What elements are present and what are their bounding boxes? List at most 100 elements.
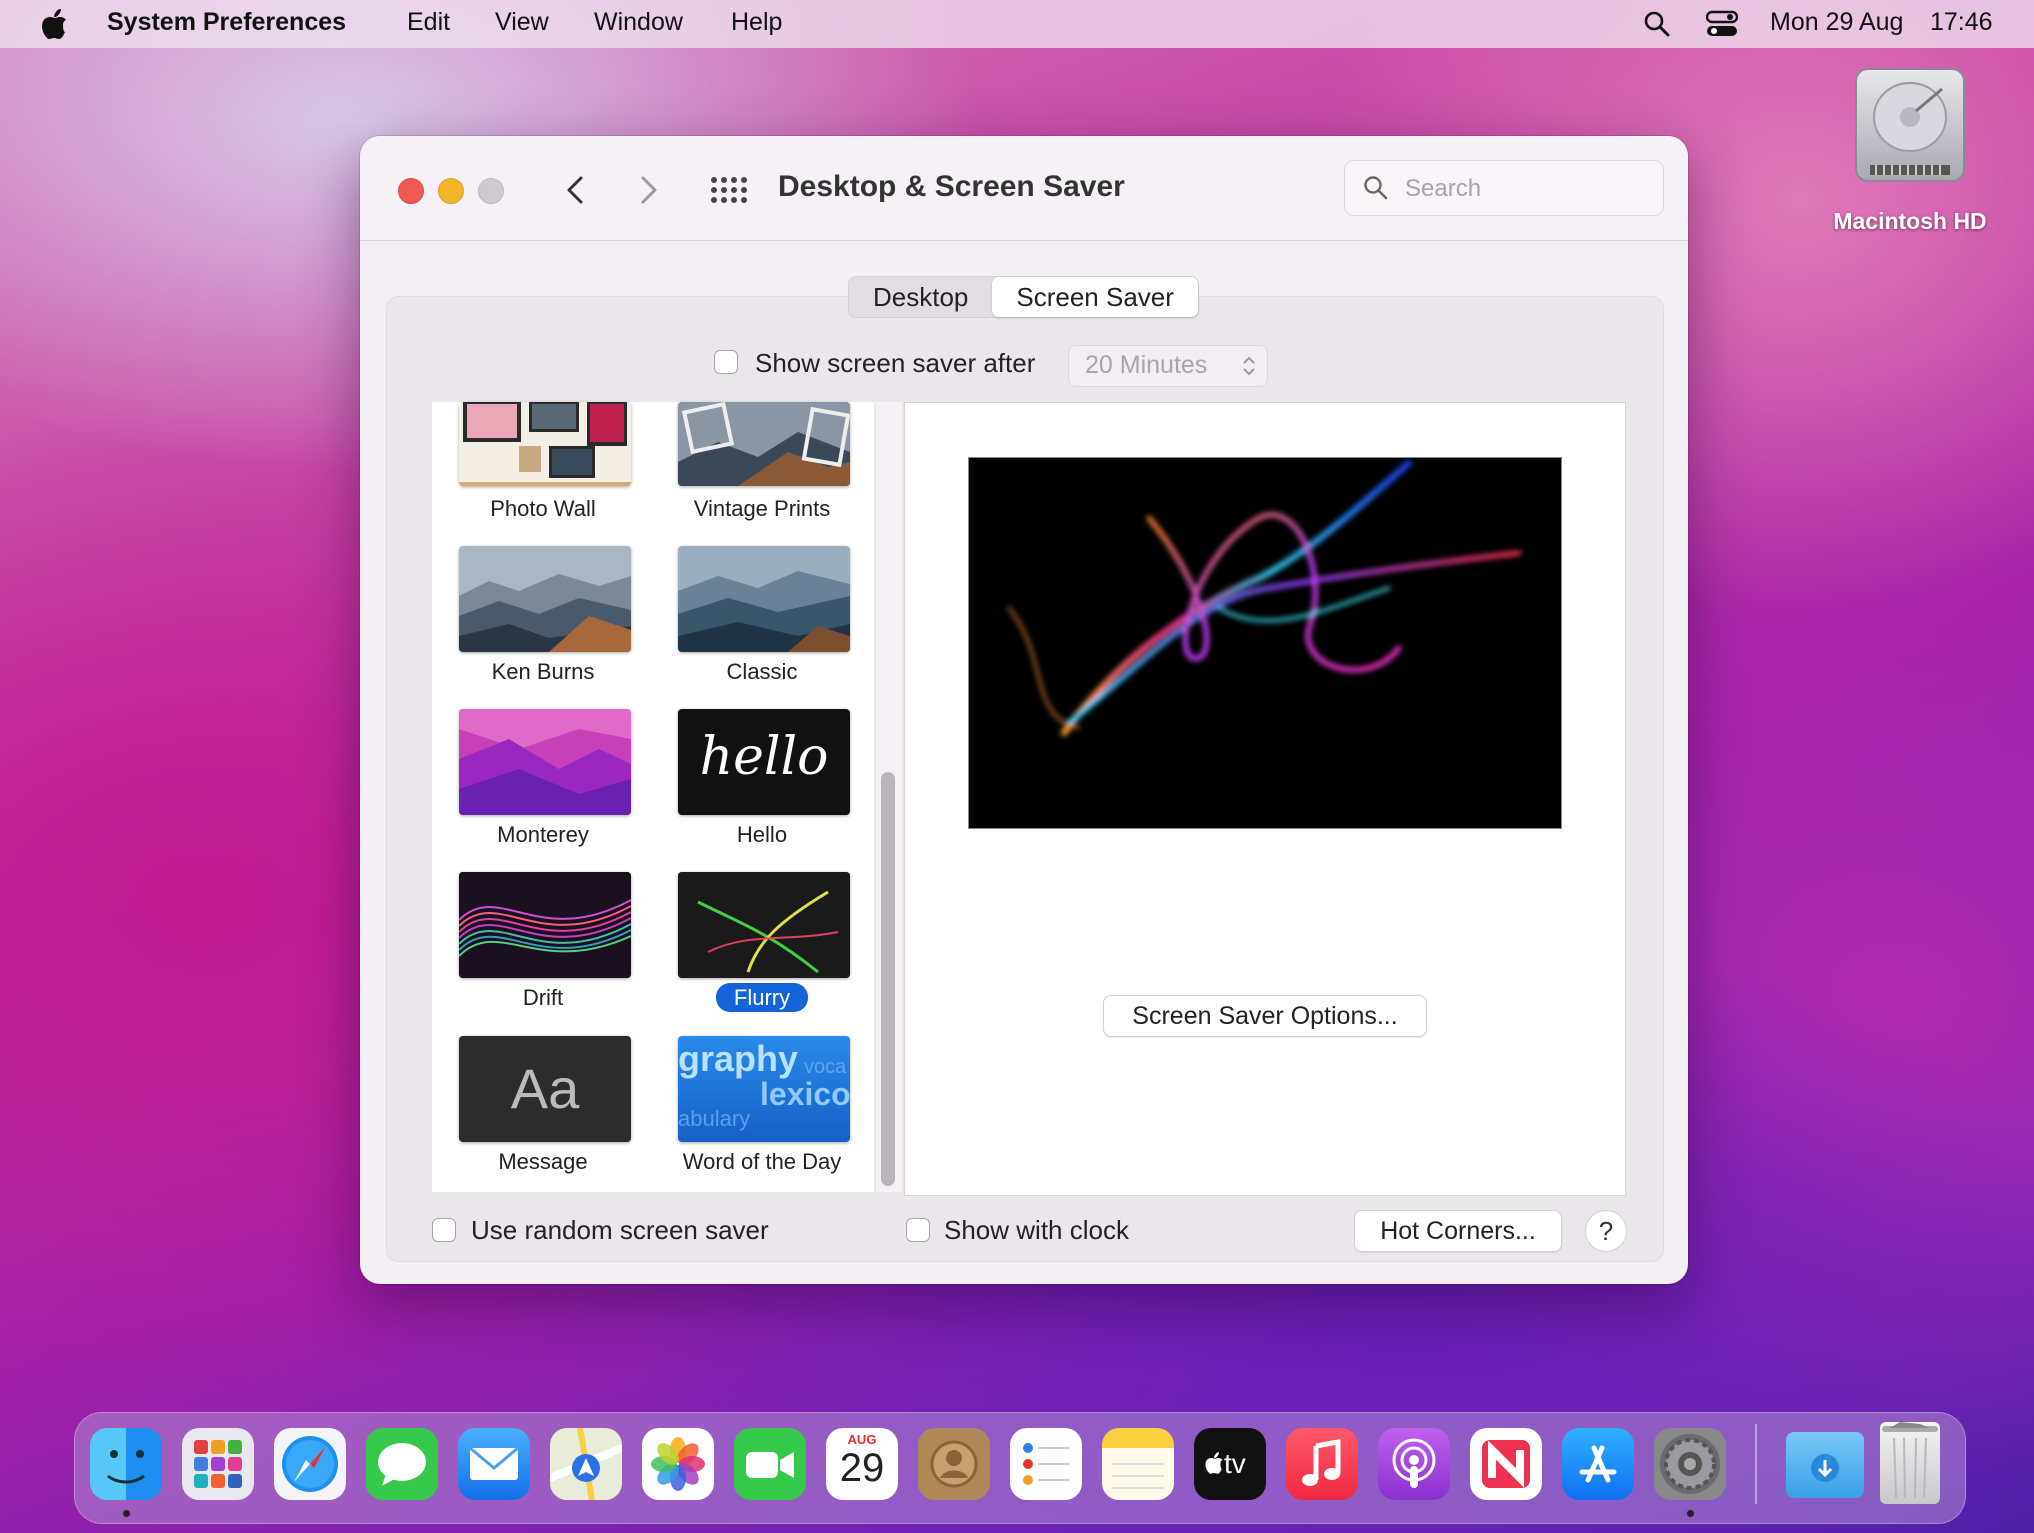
saver-label-flurry[interactable]: Flurry bbox=[652, 983, 872, 1012]
search-field[interactable] bbox=[1344, 160, 1664, 216]
forward-chevron-icon[interactable] bbox=[626, 168, 670, 212]
show-after-value: 20 Minutes bbox=[1085, 351, 1208, 379]
show-after-popup[interactable]: 20 Minutes bbox=[1068, 345, 1268, 387]
tab-screen-saver[interactable]: Screen Saver bbox=[992, 277, 1198, 317]
saver-thumb-hello[interactable]: hello bbox=[678, 709, 850, 815]
finder-icon[interactable] bbox=[90, 1428, 162, 1500]
photo-wall-image bbox=[459, 402, 631, 486]
calendar-icon[interactable]: AUG 29 bbox=[826, 1428, 898, 1500]
trash-icon[interactable] bbox=[1880, 1422, 1940, 1504]
menu-edit[interactable]: Edit bbox=[407, 8, 450, 37]
drift-image bbox=[459, 872, 631, 978]
maps-icon[interactable] bbox=[548, 1427, 624, 1501]
download-arrow-icon bbox=[1811, 1454, 1839, 1482]
word-text-3: lexicog bbox=[760, 1076, 850, 1112]
help-button[interactable]: ? bbox=[1585, 1210, 1627, 1252]
launchpad-icon[interactable] bbox=[182, 1428, 254, 1500]
screen-saver-options-button[interactable]: Screen Saver Options... bbox=[1103, 995, 1427, 1037]
show-all-grid-icon[interactable] bbox=[706, 168, 750, 212]
finder-face-icon bbox=[107, 1450, 145, 1484]
hot-corners-button[interactable]: Hot Corners... bbox=[1354, 1210, 1562, 1252]
menu-bar: System Preferences Edit View Window Help… bbox=[0, 0, 2034, 48]
tv-icon[interactable]: tv bbox=[1194, 1428, 1266, 1500]
flurry-thumb-image bbox=[678, 872, 850, 978]
menu-time[interactable]: 17:46 bbox=[1930, 8, 1993, 37]
saver-label-monterey[interactable]: Monterey bbox=[433, 822, 653, 848]
saver-thumb-word-of-the-day[interactable]: graphy voca lexicog abulary bbox=[678, 1036, 850, 1142]
contacts-icon[interactable] bbox=[918, 1428, 990, 1500]
downloads-folder-icon[interactable] bbox=[1786, 1432, 1864, 1498]
facetime-icon[interactable] bbox=[734, 1428, 806, 1500]
apple-menu-icon[interactable] bbox=[40, 8, 68, 40]
saver-thumb-drift[interactable] bbox=[459, 872, 631, 978]
vintage-prints-image bbox=[678, 402, 850, 486]
reminders-icon[interactable] bbox=[1010, 1428, 1082, 1500]
menu-view[interactable]: View bbox=[495, 8, 549, 37]
saver-label-ken-burns[interactable]: Ken Burns bbox=[433, 659, 653, 685]
notes-icon[interactable] bbox=[1102, 1428, 1174, 1500]
menu-app-name[interactable]: System Preferences bbox=[107, 8, 346, 37]
ken-burns-image bbox=[459, 546, 631, 652]
messages-icon[interactable] bbox=[366, 1428, 438, 1500]
saver-thumb-message[interactable]: Aa bbox=[459, 1036, 631, 1142]
photos-flower-icon bbox=[651, 1437, 705, 1491]
saver-label-vintage-prints[interactable]: Vintage Prints bbox=[652, 496, 872, 522]
music-icon[interactable] bbox=[1286, 1428, 1358, 1500]
menu-help[interactable]: Help bbox=[731, 8, 782, 37]
back-chevron-icon[interactable] bbox=[554, 168, 598, 212]
contacts-person-icon bbox=[930, 1440, 978, 1488]
saver-thumb-flurry[interactable] bbox=[678, 872, 850, 978]
gear-icon bbox=[1660, 1434, 1720, 1494]
saver-label-hello[interactable]: Hello bbox=[652, 822, 872, 848]
news-n-icon bbox=[1482, 1440, 1530, 1488]
saver-thumb-photo-wall[interactable] bbox=[459, 402, 631, 486]
photos-icon[interactable] bbox=[642, 1428, 714, 1500]
saver-label-drift[interactable]: Drift bbox=[433, 985, 653, 1011]
random-saver-label: Use random screen saver bbox=[471, 1215, 769, 1245]
news-icon[interactable] bbox=[1470, 1428, 1542, 1500]
saver-thumb-classic[interactable] bbox=[678, 546, 850, 652]
saver-label-photo-wall[interactable]: Photo Wall bbox=[433, 496, 653, 522]
launchpad-grid-icon bbox=[194, 1440, 242, 1488]
saver-thumb-vintage-prints[interactable] bbox=[678, 402, 850, 486]
minimize-button[interactable] bbox=[438, 178, 464, 204]
facetime-camera-icon bbox=[746, 1452, 794, 1478]
app-store-icon[interactable] bbox=[1562, 1428, 1634, 1500]
saver-label-message[interactable]: Message bbox=[433, 1149, 653, 1175]
saver-thumb-ken-burns[interactable] bbox=[459, 546, 631, 652]
list-scrollbar-thumb[interactable] bbox=[881, 772, 895, 1186]
show-clock-checkbox[interactable] bbox=[906, 1218, 930, 1242]
window-title: Desktop & Screen Saver bbox=[778, 170, 1125, 203]
tv-label: tv bbox=[1224, 1448, 1246, 1479]
message-text: Aa bbox=[510, 1057, 580, 1120]
close-button[interactable] bbox=[398, 178, 424, 204]
random-saver-checkbox[interactable] bbox=[432, 1218, 456, 1242]
search-input[interactable] bbox=[1403, 173, 1647, 205]
safari-icon[interactable] bbox=[274, 1428, 346, 1500]
show-clock-label: Show with clock bbox=[944, 1215, 1129, 1245]
mail-envelope-icon bbox=[469, 1446, 519, 1480]
spotlight-search-icon[interactable] bbox=[1643, 10, 1671, 38]
saver-label-word-of-the-day[interactable]: Word of the Day bbox=[652, 1149, 872, 1175]
macintosh-hd-label[interactable]: Macintosh HD bbox=[1800, 208, 2020, 235]
menu-date[interactable]: Mon 29 Aug bbox=[1770, 8, 1903, 37]
tab-desktop[interactable]: Desktop bbox=[849, 277, 992, 317]
saver-label-classic[interactable]: Classic bbox=[652, 659, 872, 685]
show-after-checkbox[interactable] bbox=[714, 350, 738, 374]
saver-thumb-monterey[interactable] bbox=[459, 709, 631, 815]
monterey-image bbox=[459, 709, 631, 815]
zoom-button[interactable] bbox=[478, 178, 504, 204]
macintosh-hd-icon[interactable] bbox=[1850, 65, 1970, 190]
podcasts-icon[interactable] bbox=[1378, 1428, 1450, 1500]
search-icon bbox=[1364, 176, 1388, 200]
system-preferences-icon[interactable] bbox=[1654, 1428, 1726, 1500]
show-after-label: Show screen saver after bbox=[755, 348, 1036, 378]
calendar-day: 29 bbox=[839, 1446, 885, 1490]
maps-pin-icon bbox=[548, 1427, 624, 1501]
notes-lines-icon bbox=[1112, 1463, 1164, 1489]
control-center-icon[interactable] bbox=[1706, 10, 1738, 38]
flurry-selected-label: Flurry bbox=[715, 983, 809, 1012]
flurry-preview-image bbox=[1007, 460, 1522, 736]
menu-window[interactable]: Window bbox=[594, 8, 683, 37]
mail-icon[interactable] bbox=[458, 1428, 530, 1500]
